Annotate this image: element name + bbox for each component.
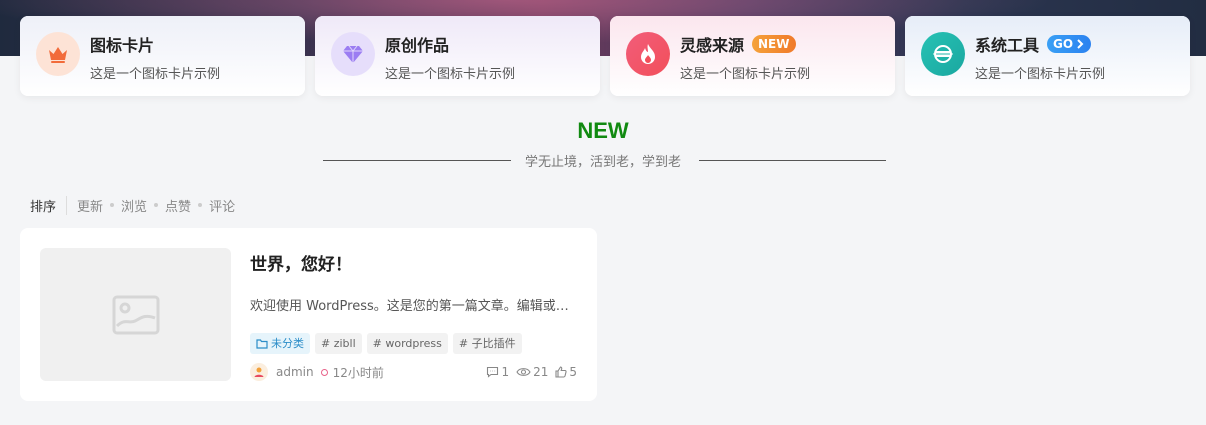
divider-right	[699, 160, 886, 161]
diamond-icon	[331, 32, 375, 76]
post-excerpt: 欢迎使用 WordPress。这是您的第一篇文章。编辑或删除它，然后开始写作吧！	[250, 299, 577, 314]
go-badge[interactable]: GO	[1047, 35, 1092, 53]
post-thumbnail[interactable]	[40, 248, 231, 381]
author-name[interactable]: admin	[276, 365, 314, 379]
chevron-right-icon	[1077, 39, 1084, 49]
post-tags: 未分类 # zibll # wordpress # 子比插件	[250, 333, 522, 354]
section-subtitle: 学无止境，活到老，学到老	[524, 155, 681, 170]
separator-dot	[110, 203, 115, 207]
new-badge: NEW	[752, 35, 796, 53]
sort-option-views[interactable]: 浏览	[121, 196, 147, 215]
card-title: 图标卡片	[90, 36, 155, 55]
time-dot-icon	[320, 368, 328, 376]
comments-stat[interactable]: 1	[486, 365, 509, 379]
globe-icon	[921, 32, 965, 76]
sort-label: 排序	[30, 195, 68, 215]
category-tag[interactable]: 未分类	[250, 333, 310, 354]
post-card: 世界，您好！ 欢迎使用 WordPress。这是您的第一篇文章。编辑或删除它，然…	[20, 228, 597, 401]
thumbs-up-icon	[555, 366, 567, 378]
card-title-text: 灵感来源	[680, 36, 745, 55]
post-meta: admin 12小时前 1 21 5	[250, 363, 577, 381]
feature-cards: 图标卡片 这是一个图标卡片示例 原创作品 这是一个图标卡片示例 灵感来源 NEW…	[20, 16, 1190, 96]
tag-zibll[interactable]: # zibll	[315, 333, 362, 354]
feature-card-inspiration[interactable]: 灵感来源 NEW 这是一个图标卡片示例	[610, 16, 895, 96]
card-title: 原创作品	[385, 36, 450, 55]
sort-option-likes[interactable]: 点赞	[165, 196, 191, 215]
sort-option-updated[interactable]: 更新	[77, 196, 103, 215]
views-stat: 21	[516, 365, 548, 379]
user-avatar-icon	[254, 367, 264, 377]
folder-icon	[256, 338, 268, 349]
category-label: 未分类	[271, 337, 304, 350]
like-count: 5	[569, 365, 577, 379]
card-description: 这是一个图标卡片示例	[385, 67, 516, 82]
sort-option-comments[interactable]: 评论	[209, 196, 235, 215]
comment-icon	[487, 366, 499, 378]
card-title-text: 系统工具	[975, 36, 1040, 55]
eye-icon	[516, 368, 531, 376]
tag-zibi-plugin[interactable]: # 子比插件	[452, 333, 522, 354]
flame-icon	[626, 32, 670, 76]
card-description: 这是一个图标卡片示例	[975, 67, 1106, 82]
crown-icon	[36, 32, 80, 76]
card-title: 系统工具 GO	[975, 32, 1092, 56]
likes-stat[interactable]: 5	[555, 365, 577, 379]
card-title: 灵感来源 NEW	[680, 32, 796, 56]
go-badge-label: GO	[1053, 37, 1074, 51]
avatar[interactable]	[250, 363, 268, 381]
separator-dot	[198, 203, 203, 207]
feature-card-system-tools[interactable]: 系统工具 GO 这是一个图标卡片示例	[905, 16, 1190, 96]
post-title[interactable]: 世界，您好！	[250, 250, 352, 275]
feature-card-icon-card[interactable]: 图标卡片 这是一个图标卡片示例	[20, 16, 305, 96]
image-placeholder-icon	[112, 295, 159, 334]
section-title: NEW	[577, 118, 629, 143]
tag-wordpress[interactable]: # wordpress	[366, 333, 448, 354]
separator-dot	[154, 203, 159, 207]
card-description: 这是一个图标卡片示例	[90, 67, 221, 82]
comment-count: 1	[501, 365, 510, 379]
feature-card-original-works[interactable]: 原创作品 这是一个图标卡片示例	[315, 16, 600, 96]
view-count: 21	[533, 365, 549, 379]
post-time: 12小时前	[332, 365, 384, 380]
sort-bar: 排序 更新 浏览 点赞 评论	[30, 195, 235, 215]
card-description: 这是一个图标卡片示例	[680, 67, 811, 82]
